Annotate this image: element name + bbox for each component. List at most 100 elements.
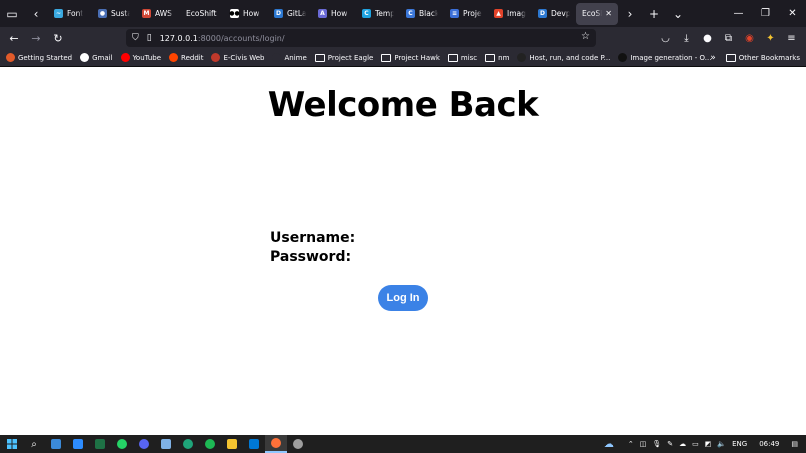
- browser-tab[interactable]: ≡ Projec: [444, 3, 488, 25]
- volume-icon[interactable]: 🔈: [717, 440, 726, 448]
- taskbar-app-firefox[interactable]: [265, 435, 287, 453]
- scroll-tabs-right-icon[interactable]: ›: [618, 0, 642, 27]
- reload-icon[interactable]: ↻: [47, 27, 69, 49]
- microphone-icon[interactable]: 🎙: [652, 440, 661, 448]
- bookmark-item[interactable]: YouTube: [120, 53, 161, 62]
- page-info-icon[interactable]: ▯: [147, 33, 152, 43]
- url-bar[interactable]: ⛉ ▯ 127.0.0.1:8000/accounts/login/ ☆: [126, 29, 596, 47]
- bookmark-item[interactable]: Getting Started: [6, 53, 72, 62]
- extension-icon[interactable]: ✦: [760, 27, 781, 49]
- taskbar-app-settings[interactable]: [287, 435, 309, 453]
- other-bookmarks[interactable]: Other Bookmarks: [725, 54, 800, 62]
- bookmark-item[interactable]: Gmail: [80, 53, 113, 62]
- tab-title: AWS I: [155, 9, 174, 18]
- close-window-icon[interactable]: ✕: [779, 0, 806, 27]
- login-button[interactable]: Log In: [378, 285, 428, 311]
- browser-tab[interactable]: EcoShift: [180, 3, 224, 25]
- browser-tab[interactable]: M AWS I: [136, 3, 180, 25]
- camera-icon[interactable]: ◫: [640, 440, 647, 448]
- bookmark-label: Project Eagle: [327, 53, 374, 62]
- bookmark-favicon-icon: [272, 53, 282, 62]
- shield-icon[interactable]: ⛉: [132, 33, 139, 43]
- browser-tab[interactable]: ~ Font: [48, 3, 92, 25]
- battery-icon[interactable]: ▭: [692, 440, 699, 448]
- bookmark-item[interactable]: E-Civis Web: [211, 53, 264, 62]
- ublock-icon[interactable]: ◉: [739, 27, 760, 49]
- language-indicator[interactable]: ENG: [732, 440, 747, 448]
- browser-tab[interactable]: A How t: [312, 3, 356, 25]
- clock[interactable]: 06:49: [759, 440, 779, 448]
- windows-taskbar: ⌕ ☁ ⌃ ◫ 🎙 ✎ ☁ ▭ ◩ 🔈 ENG 06:49 ▤: [0, 435, 806, 453]
- tab-favicon-icon: ●: [98, 9, 107, 18]
- taskbar-app-widgets[interactable]: [45, 435, 67, 453]
- restore-icon[interactable]: ❐: [752, 0, 779, 27]
- bookmark-label: Anime: [284, 53, 307, 62]
- pen-icon[interactable]: ✎: [667, 440, 673, 448]
- taskbar-app-excel[interactable]: [89, 435, 111, 453]
- tab-favicon-icon: ●●: [229, 9, 240, 18]
- tab-title: Projec: [463, 9, 482, 18]
- bookmark-favicon-icon: [6, 53, 15, 62]
- folder-icon: [725, 54, 736, 62]
- taskbar-app-edge[interactable]: [177, 435, 199, 453]
- url-host: 127.0.0.1: [159, 33, 198, 43]
- list-all-tabs-icon[interactable]: ⌄: [666, 0, 690, 27]
- info-extension-icon[interactable]: ●: [697, 27, 718, 49]
- taskbar-app-vscode[interactable]: [243, 435, 265, 453]
- active-browser-tab[interactable]: EcoShi✕: [576, 2, 618, 25]
- weather-icon[interactable]: ☁: [604, 439, 614, 450]
- tab-title: Temp: [375, 9, 394, 18]
- browser-tab[interactable]: ●●How t: [224, 3, 268, 25]
- taskbar-app-notepad[interactable]: [155, 435, 177, 453]
- browser-tab[interactable]: D GitLal: [268, 3, 312, 25]
- new-tab-icon[interactable]: +: [642, 0, 666, 27]
- taskbar-app-explorer[interactable]: [221, 435, 243, 453]
- bookmark-label: Image generation - O...: [630, 53, 712, 62]
- menu-icon[interactable]: ≡: [781, 27, 802, 49]
- bookmark-star-icon[interactable]: ☆: [581, 31, 590, 42]
- taskbar-app-spotify[interactable]: [199, 435, 221, 453]
- close-tab-icon[interactable]: ✕: [605, 9, 612, 18]
- minimize-icon[interactable]: —: [725, 0, 752, 27]
- bookmark-item[interactable]: nm: [485, 53, 509, 62]
- tab-title: How t: [331, 9, 350, 18]
- bookmark-item[interactable]: Project Hawk: [381, 53, 440, 62]
- spotify-icon: [205, 439, 215, 449]
- back-icon[interactable]: ←: [3, 27, 25, 49]
- show-hidden-icons[interactable]: ⌃: [628, 440, 634, 448]
- browser-tab[interactable]: ▲ Imag: [488, 3, 532, 25]
- tab-title: How t: [243, 9, 262, 18]
- bookmark-label: Getting Started: [18, 53, 73, 62]
- pocket-icon[interactable]: ◡: [655, 27, 676, 49]
- app-zoom-icon: [73, 439, 83, 449]
- extensions-icon[interactable]: ⧉: [718, 27, 739, 49]
- bookmark-item[interactable]: Image generation - O...: [618, 53, 711, 62]
- browser-tab[interactable]: C Black: [400, 3, 444, 25]
- forward-icon[interactable]: →: [25, 27, 47, 49]
- bookmark-item[interactable]: Host, run, and code P...: [517, 53, 610, 62]
- tab-favicon-icon: D: [274, 9, 283, 18]
- browser-tab[interactable]: D Devp: [532, 3, 576, 25]
- folder-icon: [381, 53, 392, 62]
- search-icon[interactable]: ⌕: [23, 435, 45, 453]
- taskbar-app-app-zoom[interactable]: [67, 435, 89, 453]
- bookmark-item[interactable]: Project Eagle: [314, 53, 374, 62]
- cloud-icon[interactable]: ☁: [679, 440, 686, 448]
- bookmark-item[interactable]: Anime: [272, 53, 307, 62]
- downloads-icon[interactable]: ⤓: [676, 27, 697, 49]
- firefox-view-icon[interactable]: ▭: [0, 0, 24, 27]
- taskbar-app-whatsapp[interactable]: [111, 435, 133, 453]
- password-label: Password:: [270, 249, 352, 265]
- notifications-icon[interactable]: ▤: [791, 440, 798, 448]
- bookmark-item[interactable]: Reddit: [169, 53, 203, 62]
- network-icon[interactable]: ◩: [705, 440, 712, 448]
- browser-tab[interactable]: C Temp: [356, 3, 400, 25]
- login-form: Username: Password:: [270, 229, 355, 267]
- more-bookmarks-icon[interactable]: »: [710, 53, 716, 63]
- taskbar-app-discord[interactable]: [133, 435, 155, 453]
- bookmark-item[interactable]: misc: [447, 53, 477, 62]
- scroll-tabs-left-icon[interactable]: ‹: [24, 0, 48, 27]
- start-button[interactable]: [1, 435, 23, 453]
- bookmark-label: Project Hawk: [394, 53, 440, 62]
- browser-tab[interactable]: ● Susta: [92, 3, 136, 25]
